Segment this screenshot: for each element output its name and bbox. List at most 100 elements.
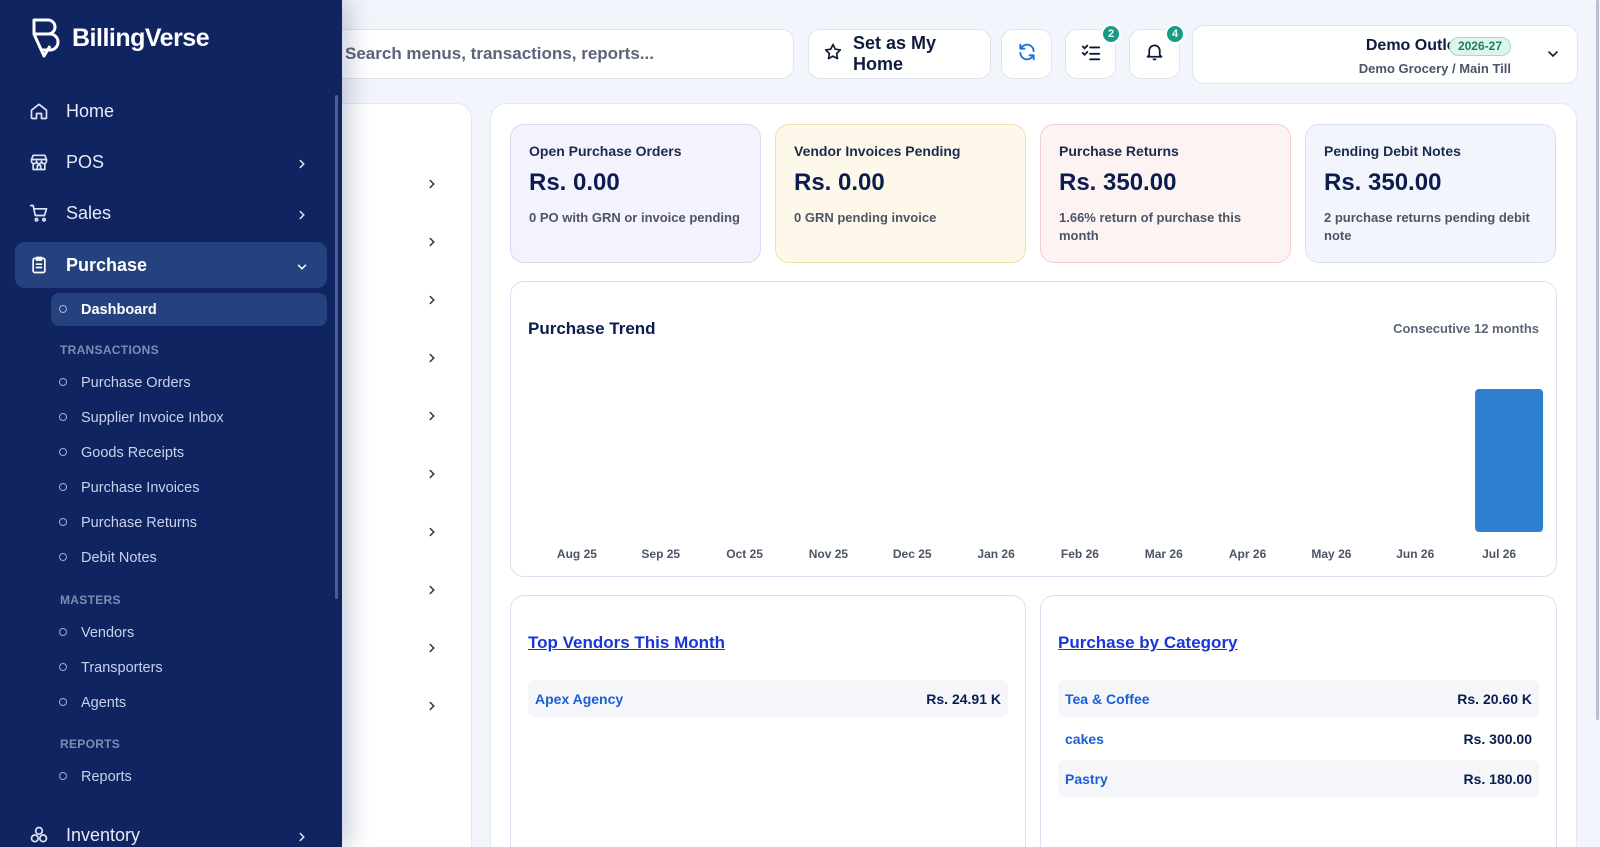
- task-list-icon: [1080, 41, 1102, 68]
- kpi-title: Purchase Returns: [1059, 143, 1179, 159]
- kpi-pending-debit-notes[interactable]: Pending Debit Notes Rs. 350.00 2 purchas…: [1305, 124, 1556, 263]
- sidebar-drawer: BillingVerse Home POS Sales Purchase Das…: [0, 0, 342, 847]
- kpi-open-purchase-orders[interactable]: Open Purchase Orders Rs. 0.00 0 PO with …: [510, 124, 761, 263]
- chevron-right-icon: [295, 828, 309, 847]
- refresh-icon: [1017, 42, 1037, 67]
- sidebar-item-inventory[interactable]: Inventory: [15, 812, 327, 847]
- chevron-right-icon[interactable]: [425, 177, 439, 191]
- kpi-subtitle: 1.66% return of purchase this month: [1059, 210, 1242, 243]
- trend-bar[interactable]: [1475, 389, 1544, 532]
- sidebar-item-purchase-orders[interactable]: Purchase Orders: [51, 366, 327, 399]
- x-tick-label: Jun 26: [1396, 547, 1434, 561]
- brand-logo[interactable]: BillingVerse: [30, 17, 210, 59]
- sidebar-item-goods-receipts[interactable]: Goods Receipts: [51, 436, 327, 469]
- kpi-title: Pending Debit Notes: [1324, 143, 1461, 159]
- sidebar-item-vendors[interactable]: Vendors: [51, 616, 327, 649]
- vendor-amount: Rs. 24.91 K: [926, 690, 1001, 707]
- kpi-value: Rs. 350.00: [1059, 169, 1177, 196]
- kpi-subtitle: 0 PO with GRN or invoice pending: [529, 210, 740, 225]
- category-name[interactable]: Tea & Coffee: [1065, 691, 1150, 707]
- sidebar-item-home[interactable]: Home: [15, 88, 327, 134]
- tasks-badge: 2: [1101, 24, 1121, 44]
- sidebar-item-purchase-returns[interactable]: Purchase Returns: [51, 506, 327, 539]
- outlet-subtitle: Demo Grocery / Main Till: [1358, 61, 1511, 76]
- notifications-badge: 4: [1165, 24, 1185, 44]
- page-scrollbar[interactable]: [1596, 0, 1599, 720]
- set-as-home-button[interactable]: Set as My Home: [808, 29, 991, 79]
- x-tick-label: Mar 26: [1145, 547, 1183, 561]
- kpi-value: Rs. 0.00: [794, 169, 885, 196]
- set-as-home-label: Set as My Home: [853, 33, 937, 74]
- chevron-right-icon[interactable]: [425, 641, 439, 655]
- x-tick-label: Jul 26: [1482, 547, 1516, 561]
- tasks-button[interactable]: 2: [1065, 24, 1121, 79]
- sidebar-item-supplier-invoice-inbox[interactable]: Supplier Invoice Inbox: [51, 401, 327, 434]
- global-search[interactable]: [320, 29, 794, 79]
- bell-icon: [1144, 41, 1165, 67]
- refresh-button[interactable]: [1001, 29, 1052, 79]
- sidebar-scrollbar[interactable]: [335, 95, 338, 599]
- chevron-right-icon[interactable]: [425, 525, 439, 539]
- outlet-switcher[interactable]: Demo Outlet 2026-27 Demo Grocery / Main …: [1192, 25, 1578, 84]
- category-amount: Rs. 20.60 K: [1457, 690, 1532, 707]
- category-row[interactable]: cakes Rs. 300.00: [1058, 720, 1539, 757]
- chevron-right-icon[interactable]: [425, 409, 439, 423]
- purchase-by-category-card: Purchase by Category Tea & Coffee Rs. 20…: [1040, 595, 1557, 847]
- kpi-vendor-invoices-pending[interactable]: Vendor Invoices Pending Rs. 0.00 0 GRN p…: [775, 124, 1026, 263]
- kpi-value: Rs. 0.00: [529, 169, 620, 196]
- category-name[interactable]: Pastry: [1065, 771, 1108, 787]
- purchase-trend-chart: Aug 25 Sep 25 Oct 25 Nov 25 Dec 25 Jan 26 Feb …: [557, 389, 1544, 561]
- category-amount: Rs. 300.00: [1463, 730, 1533, 747]
- x-tick-label: Dec 25: [893, 547, 932, 561]
- home-icon: [28, 100, 50, 122]
- top-vendors-card: Top Vendors This Month Apex Agency Rs. 2…: [510, 595, 1026, 847]
- category-name[interactable]: cakes: [1065, 731, 1104, 747]
- notifications-button[interactable]: 4: [1129, 24, 1185, 79]
- purchase-trend-card: Purchase Trend Consecutive 12 months Aug…: [510, 281, 1557, 577]
- clipboard-icon: [28, 254, 50, 276]
- vendor-row[interactable]: Apex Agency Rs. 24.91 K: [528, 680, 1008, 717]
- sidebar-item-debit-notes[interactable]: Debit Notes: [51, 541, 327, 574]
- vendor-name[interactable]: Apex Agency: [535, 691, 623, 707]
- x-tick-label: May 26: [1311, 547, 1351, 561]
- boxes-icon: [28, 824, 50, 846]
- purchase-by-category-title[interactable]: Purchase by Category: [1058, 633, 1238, 653]
- top-vendors-title[interactable]: Top Vendors This Month: [528, 633, 725, 653]
- chevron-right-icon[interactable]: [425, 293, 439, 307]
- brand-logo-icon: [32, 18, 60, 58]
- chevron-right-icon[interactable]: [425, 583, 439, 597]
- sidebar-item-label: Sales: [66, 202, 112, 223]
- sidebar-item-label: Inventory: [66, 824, 141, 845]
- kpi-value: Rs. 350.00: [1324, 169, 1442, 196]
- sidebar-item-sales[interactable]: Sales: [15, 190, 327, 236]
- sidebar-item-purchase-invoices[interactable]: Purchase Invoices: [51, 471, 327, 504]
- category-row[interactable]: Tea & Coffee Rs. 20.60 K: [1058, 680, 1539, 717]
- search-input[interactable]: [345, 44, 793, 64]
- kpi-purchase-returns[interactable]: Purchase Returns Rs. 350.00 1.66% return…: [1040, 124, 1291, 263]
- kpi-subtitle: 2 purchase returns pending debit note: [1324, 210, 1530, 243]
- sidebar-item-agents[interactable]: Agents: [51, 686, 327, 719]
- x-tick-label: Oct 25: [726, 547, 763, 561]
- section-masters: MASTERS: [60, 593, 121, 607]
- x-tick-label: Apr 26: [1229, 547, 1267, 561]
- chevron-right-icon[interactable]: [425, 467, 439, 481]
- sidebar-item-reports[interactable]: Reports: [51, 760, 327, 793]
- star-icon: [823, 42, 843, 67]
- section-reports: REPORTS: [60, 737, 121, 751]
- store-icon: [28, 151, 50, 173]
- chevron-right-icon[interactable]: [425, 235, 439, 249]
- section-transactions: TRANSACTIONS: [60, 343, 159, 357]
- x-tick-label: Jan 26: [977, 547, 1015, 561]
- sidebar-item-label: Home: [66, 100, 115, 121]
- x-tick-label: Sep 25: [641, 547, 680, 561]
- category-row[interactable]: Pastry Rs. 180.00: [1058, 760, 1539, 797]
- cart-icon: [28, 202, 50, 224]
- sidebar-item-pos[interactable]: POS: [15, 139, 327, 185]
- financial-year-badge: 2026-27: [1448, 37, 1511, 56]
- chevron-right-icon[interactable]: [425, 351, 439, 365]
- sidebar-item-purchase[interactable]: Purchase: [15, 242, 327, 288]
- sidebar-item-transporters[interactable]: Transporters: [51, 651, 327, 684]
- chevron-right-icon[interactable]: [425, 699, 439, 713]
- sidebar-item-dashboard[interactable]: Dashboard: [51, 293, 327, 326]
- chevron-right-icon: [295, 155, 309, 176]
